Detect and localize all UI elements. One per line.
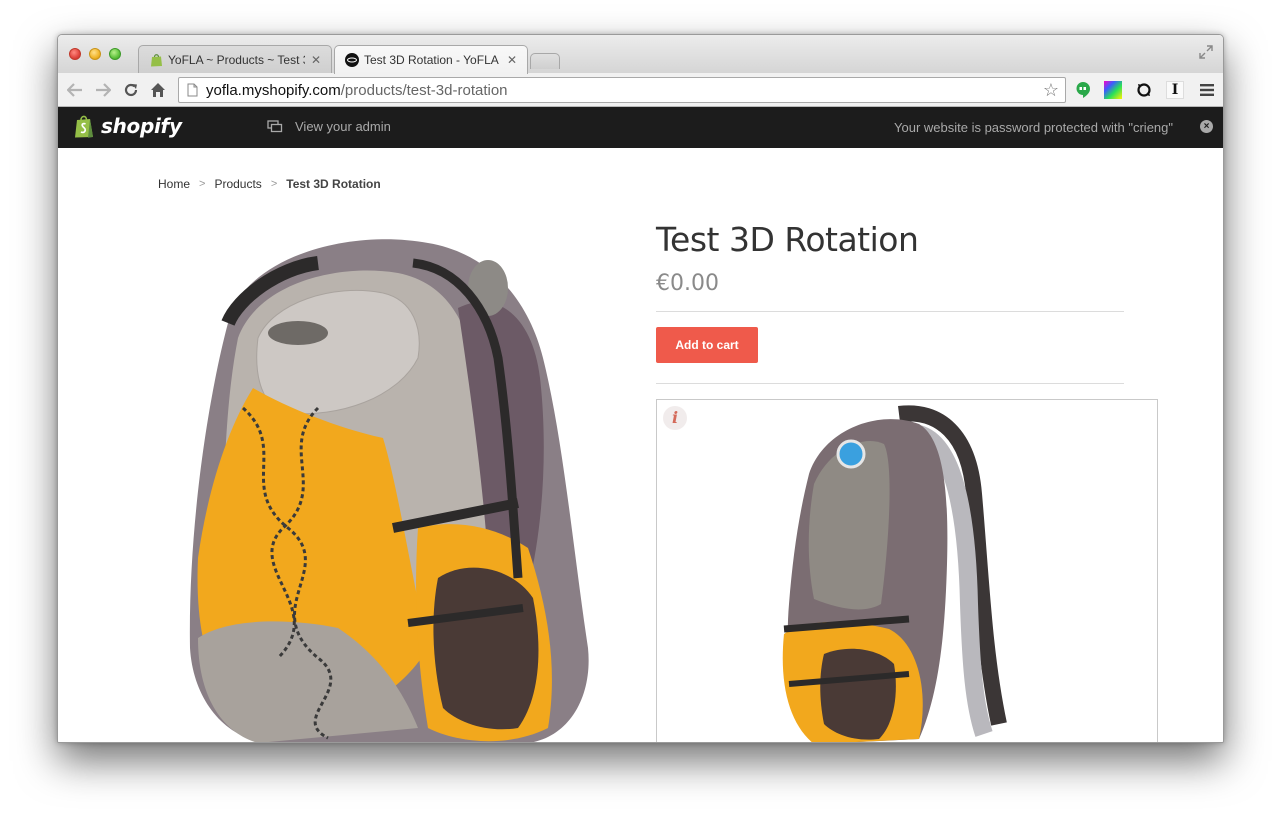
rotation-viewer[interactable]: i: [656, 399, 1158, 743]
url-host: yofla.myshopify.com: [206, 81, 341, 99]
add-to-cart-button[interactable]: Add to cart: [656, 327, 758, 363]
sync-icon[interactable]: [1135, 81, 1153, 99]
hangouts-icon[interactable]: [1074, 81, 1092, 99]
yofla-icon: [345, 53, 359, 67]
password-notice: Your website is password protected with …: [894, 120, 1173, 135]
minimize-window-button[interactable]: [89, 48, 101, 60]
new-tab-button[interactable]: [530, 53, 560, 69]
shopify-bag-icon: [75, 115, 93, 138]
url-text: yofla.myshopify.com/products/test-3d-rot…: [206, 82, 508, 99]
tab-strip: YoFLA ~ Products ~ Test 3D Rotation ✕ Te…: [58, 35, 1223, 74]
close-adminbar-icon[interactable]: ×: [1200, 120, 1213, 133]
view-admin-link[interactable]: View your admin: [267, 119, 391, 134]
product-page: Home > Products > Test 3D Rotation Test …: [58, 148, 1223, 743]
product-title: Test 3D Rotation: [656, 220, 919, 259]
reload-button[interactable]: [120, 79, 142, 101]
breadcrumb-home[interactable]: Home: [158, 177, 190, 191]
product-price: €0.00: [656, 271, 719, 296]
breadcrumb-current: Test 3D Rotation: [286, 177, 381, 191]
divider: [656, 311, 1124, 312]
bookmark-star-icon[interactable]: ☆: [1043, 80, 1059, 101]
arrow-left-icon: [67, 83, 82, 97]
close-window-button[interactable]: [69, 48, 81, 60]
arrow-right-icon: [96, 83, 111, 97]
breadcrumb: Home > Products > Test 3D Rotation: [158, 177, 381, 191]
tab-test-3d-rotation[interactable]: Test 3D Rotation - YoFLA ✕: [334, 45, 528, 74]
address-bar[interactable]: yofla.myshopify.com/products/test-3d-rot…: [178, 77, 1066, 103]
home-icon: [151, 83, 165, 97]
divider: [656, 383, 1124, 384]
url-path: /products/test-3d-rotation: [340, 81, 508, 99]
product-image-backpack-side[interactable]: [769, 404, 1019, 743]
shopify-logo[interactable]: shopify: [74, 114, 182, 138]
tab-close-icon[interactable]: ✕: [311, 53, 321, 67]
breadcrumb-separator: >: [270, 178, 278, 190]
fullscreen-icon[interactable]: [1199, 45, 1213, 59]
shopify-admin-bar: shopify View your admin Your website is …: [58, 107, 1223, 148]
menu-icon[interactable]: [1198, 81, 1216, 99]
tab-label: Test 3D Rotation - YoFLA: [364, 53, 499, 67]
product-image-backpack[interactable]: [168, 228, 608, 743]
color-picker-icon[interactable]: [1104, 81, 1122, 99]
forward-button[interactable]: [92, 79, 114, 101]
zoom-window-button[interactable]: [109, 48, 121, 60]
home-button[interactable]: [147, 79, 169, 101]
tab-products[interactable]: YoFLA ~ Products ~ Test 3D Rotation ✕: [138, 45, 332, 73]
windows-icon: [267, 120, 283, 133]
breadcrumb-products[interactable]: Products: [214, 177, 261, 191]
shopify-wordmark: shopify: [101, 114, 182, 138]
text-cursor-icon[interactable]: I: [1166, 81, 1184, 99]
browser-window: YoFLA ~ Products ~ Test 3D Rotation ✕ Te…: [57, 34, 1224, 743]
breadcrumb-separator: >: [199, 178, 206, 190]
info-icon[interactable]: i: [663, 406, 687, 430]
shopify-bag-icon: [149, 53, 163, 67]
back-button[interactable]: [64, 79, 86, 101]
tab-label: YoFLA ~ Products ~ Test 3D Rotation: [168, 52, 305, 67]
view-admin-label: View your admin: [295, 119, 391, 134]
page-icon: [187, 83, 198, 97]
browser-toolbar: yofla.myshopify.com/products/test-3d-rot…: [58, 73, 1223, 107]
reload-icon: [124, 83, 138, 97]
tab-close-icon[interactable]: ✕: [507, 53, 517, 67]
